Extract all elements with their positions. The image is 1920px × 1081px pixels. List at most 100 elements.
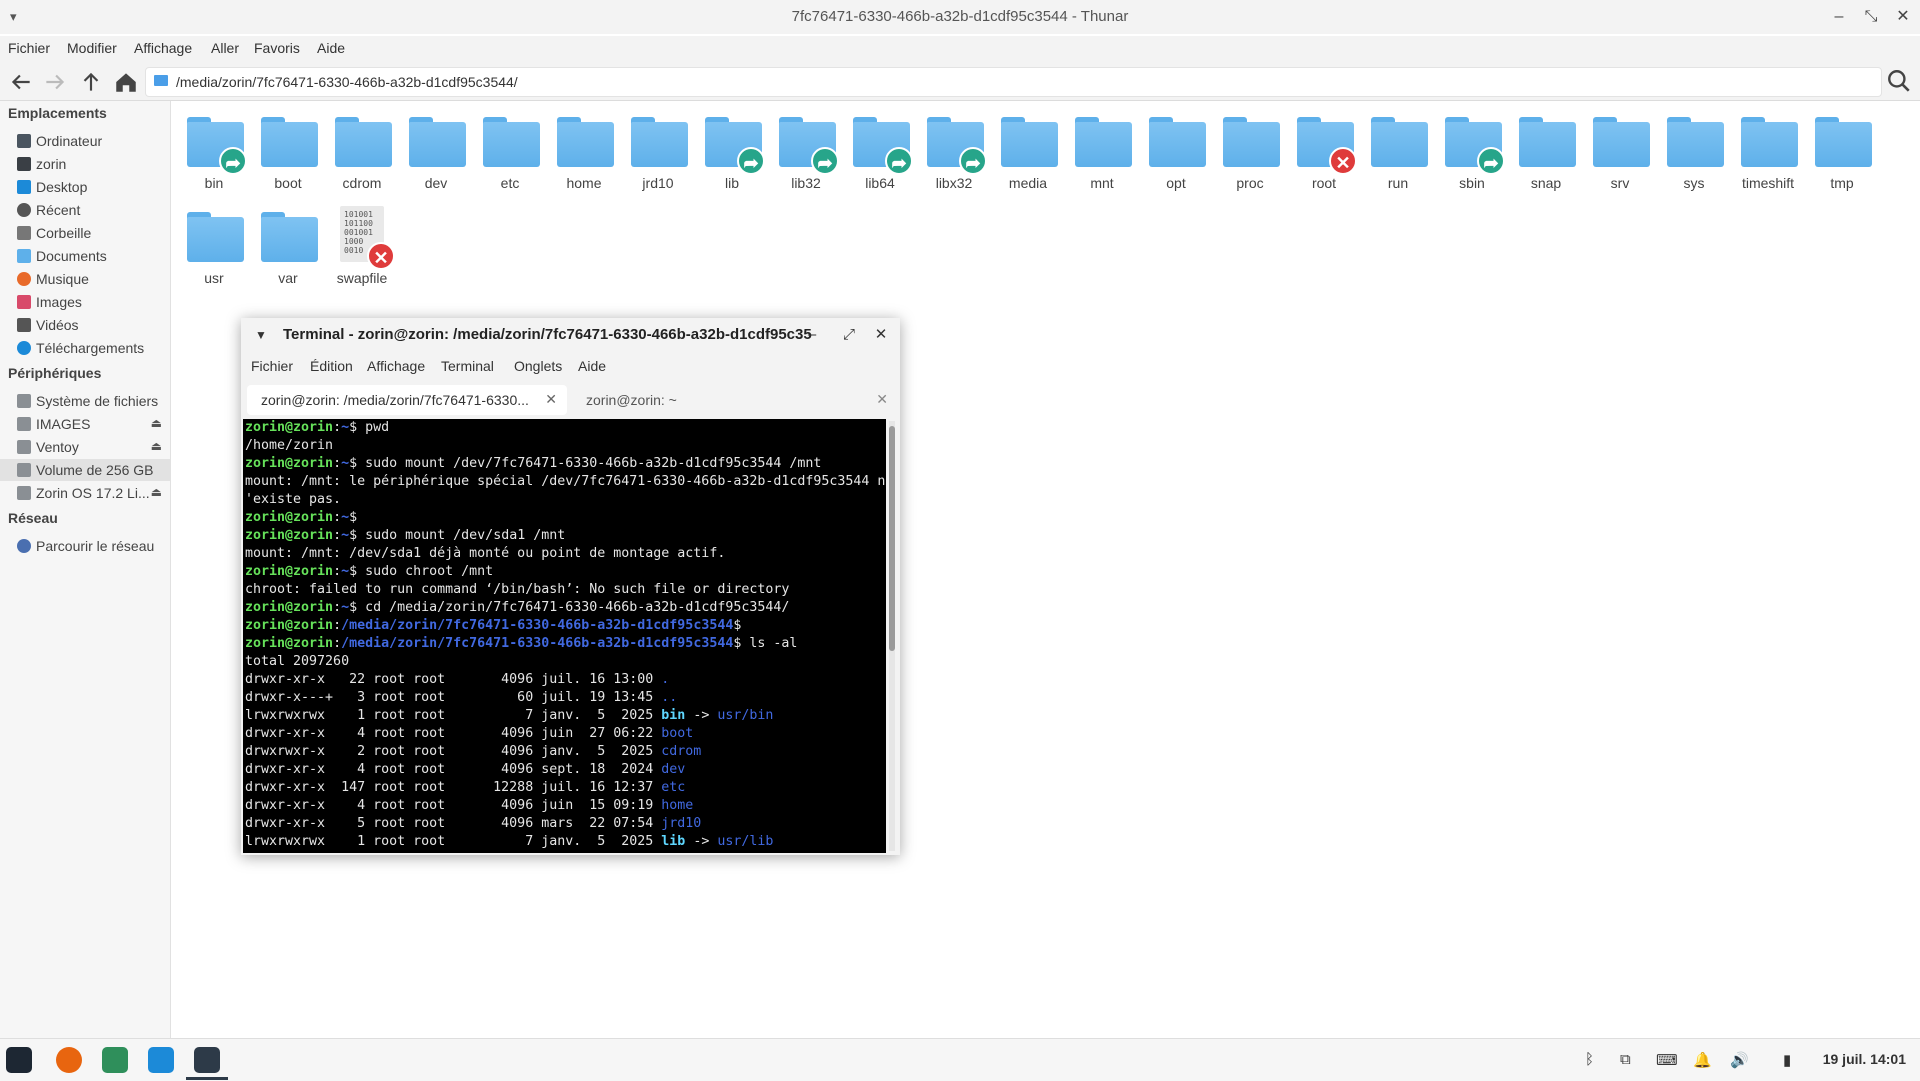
- file-item-srv[interactable]: srv: [1583, 101, 1657, 197]
- terminal-icon[interactable]: [194, 1047, 220, 1073]
- terminal-close-icon[interactable]: ✕: [871, 324, 891, 346]
- eject-icon[interactable]: ⏏: [151, 485, 162, 499]
- zorin-menu-icon[interactable]: [6, 1047, 32, 1073]
- images-icon: [17, 295, 31, 309]
- file-item-boot[interactable]: boot: [251, 101, 325, 197]
- sidebar-item-images[interactable]: Images: [0, 291, 170, 313]
- search-icon[interactable]: [1886, 68, 1912, 94]
- file-item-sys[interactable]: sys: [1657, 101, 1731, 197]
- terminal-menu-icon[interactable]: ▼: [255, 328, 267, 342]
- file-item-var[interactable]: var: [251, 196, 325, 292]
- terminal-menu-3[interactable]: Terminal: [441, 358, 494, 374]
- forward-icon[interactable]: [42, 69, 68, 95]
- terminal-output[interactable]: zorin@zorin​:~$ pwd/home/zorin zorin@zori…: [243, 419, 886, 853]
- sidebar-item-t-l-chargements[interactable]: Téléchargements: [0, 337, 170, 359]
- sidebar-item-documents[interactable]: Documents: [0, 245, 170, 267]
- sidebar-item-parcourir-le-r-seau[interactable]: Parcourir le réseau: [0, 535, 170, 557]
- file-item-mnt[interactable]: mnt: [1065, 101, 1139, 197]
- clock[interactable]: 19 juil. 14:01: [1823, 1051, 1906, 1067]
- file-item-snap[interactable]: snap: [1509, 101, 1583, 197]
- parent-folder-icon[interactable]: [78, 69, 104, 95]
- file-item-swapfile[interactable]: 101001 101100 001001 1000 0010 ✕ swapfile: [325, 196, 399, 292]
- terminal-menu-0[interactable]: Fichier: [251, 358, 293, 374]
- software-store-icon[interactable]: [148, 1047, 174, 1073]
- sidebar-item-vid-os[interactable]: Vidéos: [0, 314, 170, 336]
- file-item-tmp[interactable]: tmp: [1805, 101, 1879, 197]
- eject-icon[interactable]: ⏏: [151, 416, 162, 430]
- scrollbar-thumb[interactable]: [889, 426, 895, 651]
- folder-body: [557, 122, 614, 167]
- menu-aller[interactable]: Aller: [211, 40, 239, 56]
- file-item-lib64[interactable]: ➦ lib64: [843, 101, 917, 197]
- keyboard-icon[interactable]: ⌨: [1656, 1051, 1678, 1069]
- terminal-line: mount: /mnt: le périphérique spécial /de…: [243, 473, 886, 491]
- terminal-segment: home: [661, 798, 694, 813]
- file-item-run[interactable]: run: [1361, 101, 1435, 197]
- battery-icon[interactable]: ▮: [1783, 1051, 1791, 1069]
- terminal-segment: ~: [341, 564, 350, 579]
- menu-fichier[interactable]: Fichier: [8, 40, 50, 56]
- menu-aide[interactable]: Aide: [317, 40, 345, 56]
- terminal-scrollbar[interactable]: [889, 421, 895, 851]
- terminal-segment: zorin@zorin: [245, 618, 334, 633]
- terminal-tab-active[interactable]: zorin@zorin: /media/zorin/7fc76471-6330.…: [247, 385, 567, 415]
- minimize-icon[interactable]: –: [1828, 6, 1850, 28]
- sidebar-item-desktop[interactable]: Desktop: [0, 176, 170, 198]
- sidebar-item-corbeille[interactable]: Corbeille: [0, 222, 170, 244]
- close-icon[interactable]: ✕: [1892, 6, 1914, 28]
- file-item-home[interactable]: home: [547, 101, 621, 197]
- file-item-sbin[interactable]: ➦ sbin: [1435, 101, 1509, 197]
- home-icon[interactable]: [113, 69, 139, 95]
- file-item-dev[interactable]: dev: [399, 101, 473, 197]
- sidebar-item-ordinateur[interactable]: Ordinateur: [0, 130, 170, 152]
- terminal-segment: drwxr-xr-x 4 root root 4096 sept. 18 202…: [245, 762, 662, 777]
- file-item-etc[interactable]: etc: [473, 101, 547, 197]
- file-item-cdrom[interactable]: cdrom: [325, 101, 399, 197]
- terminal-menu-5[interactable]: Aide: [578, 358, 606, 374]
- file-item-root[interactable]: ✕ root: [1287, 101, 1361, 197]
- file-item-libx32[interactable]: ➦ libx32: [917, 101, 991, 197]
- firefox-icon[interactable]: [56, 1047, 82, 1073]
- sidebar-item-zorin[interactable]: zorin: [0, 153, 170, 175]
- menu-modifier[interactable]: Modifier: [67, 40, 117, 56]
- bluetooth-icon[interactable]: ᛒ: [1585, 1051, 1594, 1068]
- menu-favoris[interactable]: Favoris: [254, 40, 300, 56]
- file-item-usr[interactable]: usr: [177, 196, 251, 292]
- folder-icon: [557, 117, 614, 167]
- terminal-segment: chroot: failed to run command ‘/bin/bash…: [245, 582, 790, 597]
- sidebar-item-images[interactable]: IMAGES ⏏: [0, 413, 170, 435]
- file-item-timeshift[interactable]: timeshift: [1731, 101, 1805, 197]
- volume-icon[interactable]: 🔊: [1730, 1051, 1749, 1069]
- file-item-proc[interactable]: proc: [1213, 101, 1287, 197]
- terminal-segment: :: [333, 510, 342, 525]
- sidebar-item-r-cent[interactable]: Récent: [0, 199, 170, 221]
- tab-close-icon[interactable]: ✕: [545, 391, 557, 408]
- file-item-media[interactable]: media: [991, 101, 1065, 197]
- sidebar-item-syst-me-de-fichiers[interactable]: Système de fichiers: [0, 390, 170, 412]
- sidebar-item-zorin-os-17-2-li-[interactable]: Zorin OS 17.2 Li... ⏏: [0, 482, 170, 504]
- location-bar[interactable]: /media/zorin/7fc76471-6330-466b-a32b-d1c…: [145, 67, 1882, 97]
- terminal-segment: zorin@zorin: [245, 636, 334, 651]
- menu-affichage[interactable]: Affichage: [134, 40, 192, 56]
- terminal-menu-2[interactable]: Affichage: [367, 358, 425, 374]
- tab-close-icon[interactable]: ✕: [876, 391, 888, 408]
- sidebar-item-musique[interactable]: Musique: [0, 268, 170, 290]
- file-item-lib32[interactable]: ➦ lib32: [769, 101, 843, 197]
- file-item-lib[interactable]: ➦ lib: [695, 101, 769, 197]
- back-icon[interactable]: [8, 69, 34, 95]
- network-icon[interactable]: ⧉: [1620, 1051, 1631, 1068]
- sidebar-item-ventoy[interactable]: Ventoy ⏏: [0, 436, 170, 458]
- terminal-segment: $: [349, 510, 358, 525]
- terminal-menu-4[interactable]: Onglets: [514, 358, 562, 374]
- files-icon[interactable]: [102, 1047, 128, 1073]
- file-item-bin[interactable]: ➦ bin: [177, 101, 251, 197]
- notifications-icon[interactable]: 🔔: [1693, 1051, 1712, 1069]
- file-item-jrd10[interactable]: jrd10: [621, 101, 695, 197]
- terminal-menu-1[interactable]: Édition: [310, 358, 353, 374]
- terminal-maximize-icon[interactable]: ⤢: [839, 324, 859, 346]
- restore-icon[interactable]: ⤡: [1860, 6, 1882, 28]
- eject-icon[interactable]: ⏏: [151, 439, 162, 453]
- sidebar-item-volume-de-256-gb[interactable]: Volume de 256 GB: [0, 459, 170, 481]
- terminal-minimize-icon[interactable]: –: [802, 324, 822, 346]
- file-item-opt[interactable]: opt: [1139, 101, 1213, 197]
